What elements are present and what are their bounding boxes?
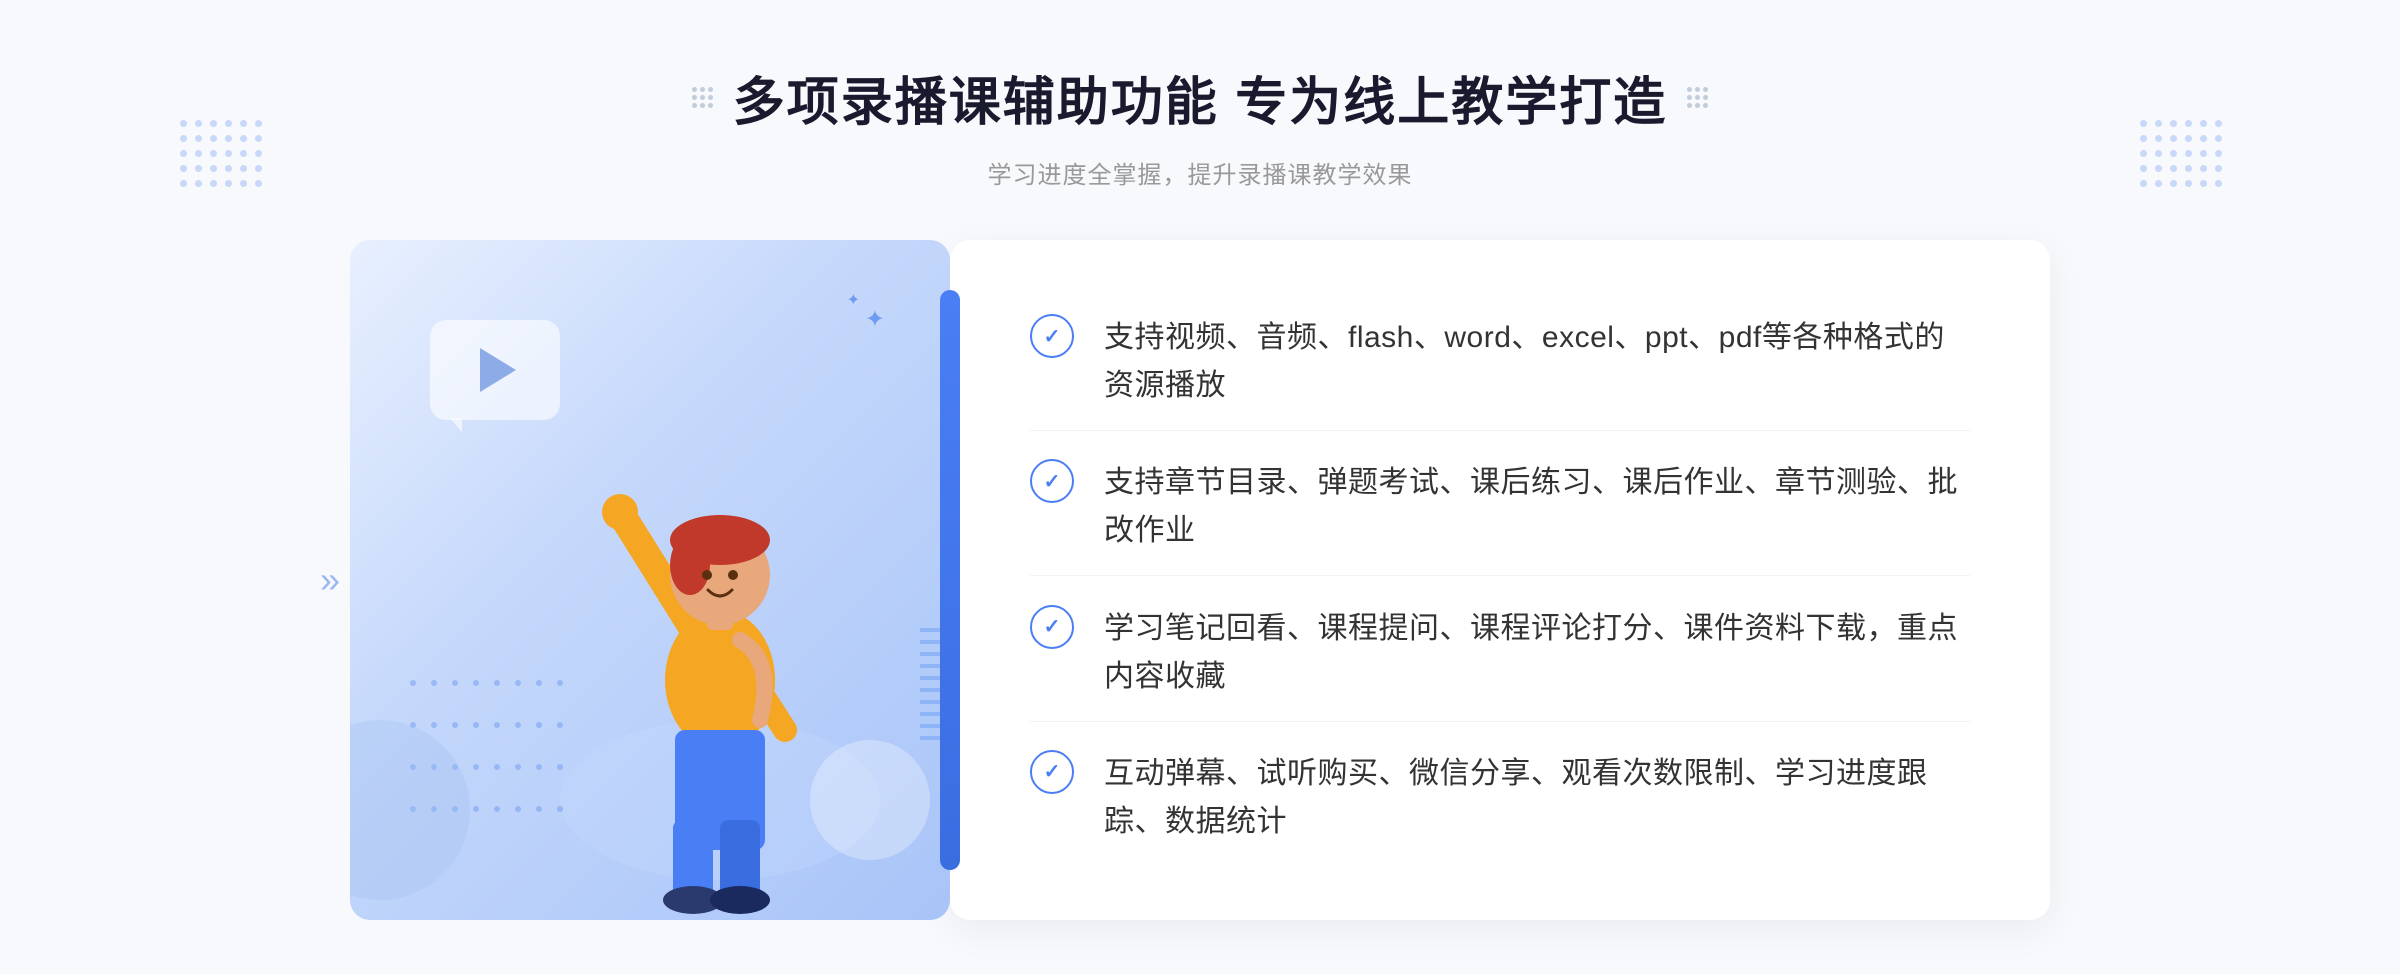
illustration-inner: ✦ ✦ xyxy=(350,240,950,920)
illustration-card: ✦ ✦ xyxy=(350,240,950,920)
feature-text-2: 支持章节目录、弹题考试、课后练习、课后作业、章节测验、批改作业 xyxy=(1104,459,1970,555)
check-icon-1: ✓ xyxy=(1044,324,1061,349)
page-title: 多项录播课辅助功能 专为线上教学打造 xyxy=(733,60,1667,135)
right-deco-dots-icon xyxy=(1687,87,1708,108)
main-content: » ✦ ✦ xyxy=(350,240,2050,920)
check-circle-3: ✓ xyxy=(1030,605,1074,649)
feature-text-3: 学习笔记回看、课程提问、课程评论打分、课件资料下载，重点内容收藏 xyxy=(1104,605,1970,701)
feature-text-1: 支持视频、音频、flash、word、excel、ppt、pdf等各种格式的资源… xyxy=(1104,314,1970,410)
check-circle-2: ✓ xyxy=(1030,459,1074,503)
play-bubble-shape xyxy=(430,320,560,420)
deco-circle-1 xyxy=(810,740,930,860)
content-panel: ✓ 支持视频、音频、flash、word、excel、ppt、pdf等各种格式的… xyxy=(950,240,2050,920)
left-deco-dots-icon xyxy=(692,87,713,108)
page-subtitle: 学习进度全掌握，提升录播课教学效果 xyxy=(692,155,1708,190)
title-row: 多项录播课辅助功能 专为线上教学打造 xyxy=(692,60,1708,135)
check-circle-1: ✓ xyxy=(1030,314,1074,358)
feature-item-4: ✓ 互动弹幕、试听购买、微信分享、观看次数限制、学习进度跟踪、数据统计 xyxy=(1030,730,1970,866)
sparkle-icon-1: ✦ xyxy=(847,290,860,310)
play-bubble xyxy=(430,320,560,430)
sparkle-icon-2: ✦ xyxy=(865,305,885,334)
check-circle-4: ✓ xyxy=(1030,750,1074,794)
check-icon-2: ✓ xyxy=(1044,469,1061,494)
decorative-dots-right xyxy=(2140,120,2220,200)
header-section: 多项录播课辅助功能 专为线上教学打造 学习进度全掌握，提升录播课教学效果 xyxy=(692,0,1708,190)
feature-item-1: ✓ 支持视频、音频、flash、word、excel、ppt、pdf等各种格式的… xyxy=(1030,294,1970,431)
play-triangle-icon xyxy=(480,348,516,392)
check-icon-3: ✓ xyxy=(1044,614,1061,639)
feature-item-3: ✓ 学习笔记回看、课程提问、课程评论打分、课件资料下载，重点内容收藏 xyxy=(1030,585,1970,722)
feature-item-2: ✓ 支持章节目录、弹题考试、课后练习、课后作业、章节测验、批改作业 xyxy=(1030,439,1970,576)
feature-text-4: 互动弹幕、试听购买、微信分享、观看次数限制、学习进度跟踪、数据统计 xyxy=(1104,750,1970,846)
left-chevrons: » xyxy=(320,562,340,598)
check-icon-4: ✓ xyxy=(1044,759,1061,784)
blue-accent-bar xyxy=(940,290,960,870)
page-container: 多项录播课辅助功能 专为线上教学打造 学习进度全掌握，提升录播课教学效果 » ✦… xyxy=(0,0,2400,974)
decorative-dots-left xyxy=(180,120,260,200)
chevron-right-icon: » xyxy=(320,562,340,598)
